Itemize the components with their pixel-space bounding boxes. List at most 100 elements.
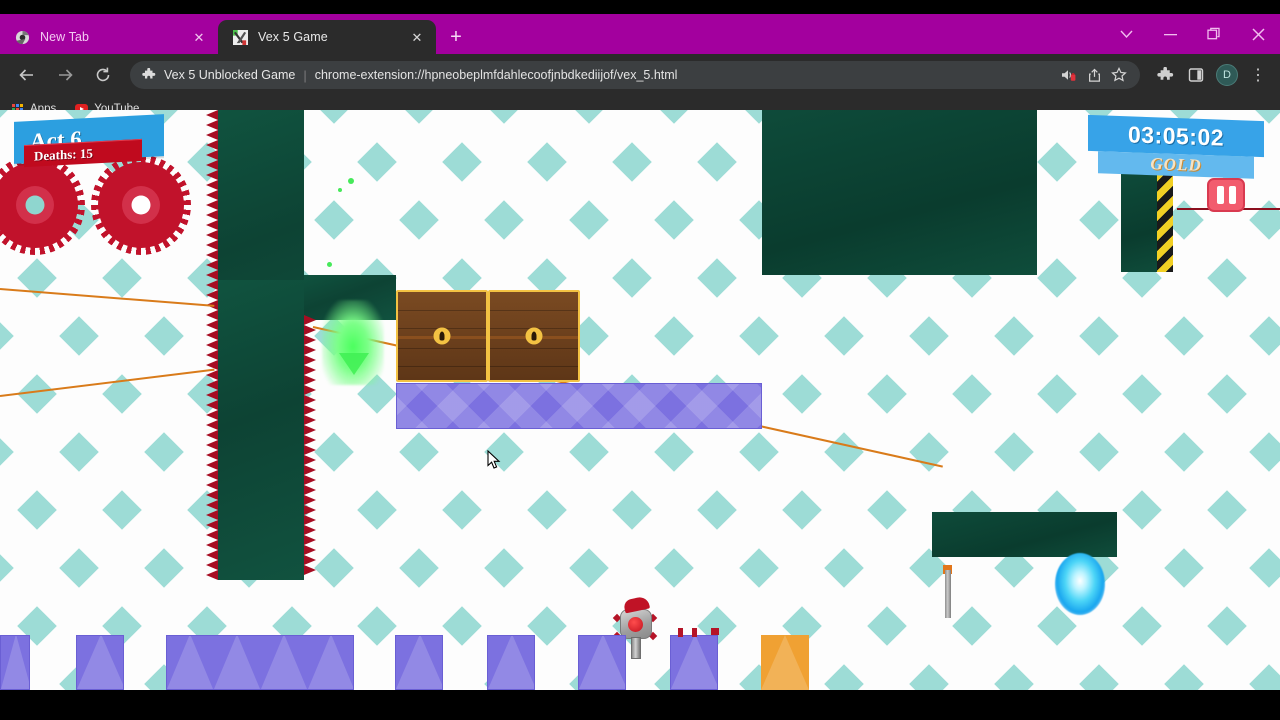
spike bbox=[304, 355, 316, 365]
background-diamond bbox=[1036, 258, 1077, 298]
background-diamond bbox=[611, 142, 652, 182]
platform-right-lower bbox=[932, 512, 1117, 557]
background-diamond bbox=[314, 200, 354, 240]
extensions-puzzle-icon[interactable] bbox=[1151, 61, 1179, 89]
spike bbox=[206, 550, 218, 560]
spike bbox=[304, 525, 316, 535]
background-diamond bbox=[1249, 200, 1280, 240]
title-bar bbox=[0, 0, 1280, 14]
hazard-stripe bbox=[1157, 172, 1173, 272]
spike bbox=[304, 435, 316, 445]
close-icon[interactable] bbox=[1236, 14, 1280, 54]
address-bar[interactable]: Vex 5 Unblocked Game | chrome-extension:… bbox=[130, 61, 1140, 89]
green-particle bbox=[338, 188, 342, 192]
background-diamond bbox=[909, 316, 949, 356]
site-name: Vex 5 Unblocked Game bbox=[164, 68, 296, 82]
spike bbox=[304, 375, 316, 385]
chrome-menu-icon[interactable]: ⋮ bbox=[1244, 61, 1272, 89]
url-text[interactable]: chrome-extension://hpneobeplmfdahlecoofj… bbox=[315, 68, 1055, 82]
spike bbox=[304, 535, 316, 545]
block-facet bbox=[308, 636, 353, 689]
spikes-left-column bbox=[204, 110, 218, 580]
background-diamond bbox=[654, 200, 694, 240]
background-diamond bbox=[654, 316, 694, 356]
spike bbox=[206, 520, 218, 530]
background-diamond bbox=[1079, 316, 1119, 356]
avatar[interactable]: D bbox=[1213, 61, 1241, 89]
background-diamond bbox=[569, 200, 609, 240]
background-diamond bbox=[1036, 142, 1077, 182]
ground-block bbox=[76, 635, 124, 690]
background-diamond bbox=[399, 200, 439, 240]
bookmark-star-icon[interactable] bbox=[1108, 64, 1130, 86]
spike bbox=[304, 465, 316, 475]
background-diamond bbox=[441, 606, 482, 646]
reload-icon[interactable] bbox=[88, 60, 118, 90]
background-diamond bbox=[739, 432, 779, 472]
spike bbox=[206, 110, 218, 120]
background-diamond bbox=[144, 548, 184, 588]
mute-tab-icon[interactable] bbox=[1058, 64, 1080, 86]
tab-search-icon[interactable] bbox=[1104, 14, 1148, 54]
background-diamond bbox=[1206, 374, 1247, 414]
player-body bbox=[631, 637, 641, 659]
background-diamond bbox=[314, 110, 354, 124]
purple-platform bbox=[396, 383, 762, 429]
timer-banner: 03:05:02 bbox=[1088, 114, 1264, 158]
spike bbox=[206, 270, 218, 280]
mouse-cursor bbox=[487, 449, 501, 470]
background-diamond bbox=[696, 142, 737, 182]
spike bbox=[304, 365, 316, 375]
background-diamond bbox=[696, 490, 737, 530]
forward-icon[interactable] bbox=[50, 60, 80, 90]
ground-block bbox=[395, 635, 443, 690]
tab-vex-5-game[interactable]: Vex 5 Game ✕ bbox=[218, 20, 436, 54]
block-facet bbox=[77, 636, 123, 689]
spike bbox=[304, 345, 316, 355]
spike bbox=[206, 500, 218, 510]
circular-saw bbox=[0, 155, 85, 255]
maximize-icon[interactable] bbox=[1192, 14, 1236, 54]
spike bbox=[206, 260, 218, 270]
side-panel-icon[interactable] bbox=[1182, 61, 1210, 89]
spike bbox=[304, 425, 316, 435]
spike bbox=[206, 490, 218, 500]
spike bbox=[304, 475, 316, 485]
close-icon[interactable]: ✕ bbox=[406, 26, 428, 48]
treasure-chest[interactable] bbox=[488, 290, 580, 382]
spike bbox=[304, 545, 316, 555]
background-diamond bbox=[484, 548, 524, 588]
background-diamond bbox=[484, 110, 524, 124]
back-icon[interactable] bbox=[12, 60, 42, 90]
spike bbox=[206, 120, 218, 130]
block-facet bbox=[167, 636, 213, 689]
minimize-icon[interactable] bbox=[1148, 14, 1192, 54]
background-diamond bbox=[1121, 606, 1162, 646]
background-diamond bbox=[569, 548, 609, 588]
background-diamond bbox=[994, 432, 1034, 472]
game-viewport[interactable]: Act 6 Deaths: 15 03:05:02 GOLD bbox=[0, 110, 1280, 690]
background-diamond bbox=[781, 490, 822, 530]
background-diamond bbox=[356, 490, 397, 530]
share-icon[interactable] bbox=[1083, 64, 1105, 86]
spike bbox=[206, 240, 218, 250]
ground-block bbox=[166, 635, 354, 690]
spike bbox=[206, 390, 218, 400]
background-diamond bbox=[144, 432, 184, 472]
background-diamond bbox=[1079, 432, 1119, 472]
treasure-chest[interactable] bbox=[396, 290, 488, 382]
saw-core bbox=[25, 195, 45, 215]
spike bbox=[304, 415, 316, 425]
close-icon[interactable]: ✕ bbox=[188, 26, 210, 48]
saw-core bbox=[131, 195, 151, 215]
spike bbox=[304, 385, 316, 395]
spike bbox=[206, 460, 218, 470]
tab-new-tab[interactable]: New Tab ✕ bbox=[0, 20, 218, 54]
new-tab-button[interactable]: + bbox=[442, 23, 470, 51]
background-diamond bbox=[526, 142, 567, 182]
green-portal-arrow-icon bbox=[339, 353, 369, 375]
tab-title: Vex 5 Game bbox=[258, 30, 328, 44]
pause-button[interactable] bbox=[1207, 178, 1245, 212]
block-spike bbox=[692, 628, 697, 637]
background-diamond bbox=[739, 548, 779, 588]
